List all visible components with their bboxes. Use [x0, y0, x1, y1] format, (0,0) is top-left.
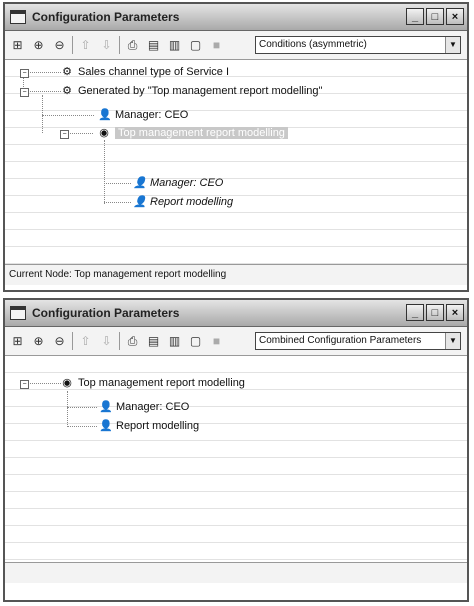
title-bar[interactable]: Configuration Parameters _ □ × — [5, 4, 467, 31]
book-icon[interactable]: ▥ — [166, 37, 183, 54]
parameter-icon: ⚙ — [62, 66, 72, 78]
tree-line — [27, 72, 61, 73]
toolbar-separator — [72, 332, 73, 350]
page-icon[interactable]: ▢ — [187, 333, 204, 350]
window-icon — [10, 306, 26, 320]
tree-node-label: Report modelling — [150, 196, 234, 208]
minimize-button[interactable]: _ — [406, 304, 424, 321]
toolbar: ⊞ ⊕ ⊖ ⇧ ⇩ ⎙ ▤ ▥ ▢ ■ Conditions (asymmetr… — [5, 31, 467, 60]
book-icon[interactable]: ▥ — [166, 333, 183, 350]
tree-view[interactable]: − − − ⚙ Sales channel type of Service I … — [5, 60, 467, 265]
tree-view[interactable]: − ◉ Top management report modelling 👤 Ma… — [5, 356, 467, 563]
globe-icon: ◉ — [62, 377, 72, 389]
window-title: Configuration Parameters — [32, 306, 180, 320]
tree-icon[interactable]: ⊞ — [9, 333, 26, 350]
print-icon[interactable]: ⎙ — [124, 333, 141, 350]
tree-line — [42, 95, 43, 133]
collapse-toggle[interactable]: − — [60, 130, 69, 139]
person-icon: 👤 — [99, 420, 113, 432]
tree-node-generated-by[interactable]: ⚙ Generated by "Top management report mo… — [61, 84, 322, 98]
person-icon: 👤 — [133, 196, 147, 208]
toolbar-separator — [119, 332, 120, 350]
title-bar[interactable]: Configuration Parameters _ □ × — [5, 300, 467, 327]
maximize-button[interactable]: □ — [426, 8, 444, 25]
window-icon — [10, 10, 26, 24]
view-select-value: Conditions (asymmetric) — [259, 39, 367, 50]
tree-node-sales-channel[interactable]: ⚙ Sales channel type of Service I — [61, 65, 229, 79]
tree-remove-icon[interactable]: ⊖ — [51, 37, 68, 54]
status-bar: Current Node: Top management report mode… — [5, 265, 467, 285]
tree-node-report-modelling[interactable]: 👤 Report modelling — [99, 419, 199, 433]
arrow-up-icon[interactable]: ⇧ — [77, 37, 94, 54]
window-title: Configuration Parameters — [32, 10, 180, 24]
tree-node-label: Manager: CEO — [115, 109, 189, 121]
tree-icon[interactable]: ⊞ — [9, 37, 26, 54]
stop-icon[interactable]: ■ — [208, 37, 225, 54]
tree-node-label: Generated by "Top management report mode… — [78, 85, 323, 97]
toolbar-separator — [72, 36, 73, 54]
tree-line — [42, 115, 94, 116]
person-icon: 👤 — [98, 109, 112, 121]
minimize-button[interactable]: _ — [406, 8, 424, 25]
stop-icon[interactable]: ■ — [208, 333, 225, 350]
status-bar — [5, 563, 467, 583]
person-icon: 👤 — [99, 401, 113, 413]
collapse-toggle[interactable]: − — [20, 88, 29, 97]
toolbar: ⊞ ⊕ ⊖ ⇧ ⇩ ⎙ ▤ ▥ ▢ ■ Combined Configurati… — [5, 327, 467, 356]
page-icon[interactable]: ▢ — [187, 37, 204, 54]
arrow-down-icon[interactable]: ⇩ — [98, 333, 115, 350]
tree-node-top-management[interactable]: ◉ Top management report modelling — [98, 126, 288, 140]
globe-icon: ◉ — [99, 127, 109, 139]
tree-line — [67, 407, 97, 408]
parameter-icon: ⚙ — [62, 85, 72, 97]
tree-line — [104, 202, 131, 203]
chevron-down-icon[interactable]: ▼ — [445, 37, 460, 53]
view-select[interactable]: Combined Configuration Parameters ▼ — [255, 332, 461, 350]
tree-node-label: Sales channel type of Service I — [78, 66, 230, 78]
toolbar-separator — [119, 36, 120, 54]
maximize-button[interactable]: □ — [426, 304, 444, 321]
tree-node-manager[interactable]: 👤 Manager: CEO — [99, 400, 189, 414]
collapse-toggle[interactable]: − — [20, 380, 29, 389]
print-preview-icon[interactable]: ▤ — [145, 37, 162, 54]
print-preview-icon[interactable]: ▤ — [145, 333, 162, 350]
tree-line — [67, 426, 97, 427]
tree-node-manager[interactable]: 👤 Manager: CEO — [98, 108, 188, 122]
tree-add-icon[interactable]: ⊕ — [30, 37, 47, 54]
tree-line — [27, 383, 61, 384]
tree-line — [67, 391, 68, 427]
tree-node-report-modelling[interactable]: 👤 Report modelling — [133, 195, 233, 209]
arrow-down-icon[interactable]: ⇩ — [98, 37, 115, 54]
config-window-conditions: Configuration Parameters _ □ × ⊞ ⊕ ⊖ ⇧ ⇩… — [3, 2, 469, 292]
tree-line — [104, 140, 105, 204]
print-icon[interactable]: ⎙ — [124, 37, 141, 54]
view-select[interactable]: Conditions (asymmetric) ▼ — [255, 36, 461, 54]
config-window-combined: Configuration Parameters _ □ × ⊞ ⊕ ⊖ ⇧ ⇩… — [3, 298, 469, 602]
collapse-toggle[interactable]: − — [20, 69, 29, 78]
tree-node-manager-child[interactable]: 👤 Manager: CEO — [133, 176, 223, 190]
tree-node-top-management[interactable]: ◉ Top management report modelling — [61, 376, 245, 390]
tree-node-label: Manager: CEO — [150, 177, 224, 189]
tree-node-label-selected: Top management report modelling — [115, 127, 288, 139]
tree-line — [104, 183, 131, 184]
tree-line — [27, 91, 61, 92]
person-icon: 👤 — [133, 177, 147, 189]
tree-node-label: Top management report modelling — [78, 377, 245, 389]
tree-node-label: Manager: CEO — [116, 401, 190, 413]
close-button[interactable]: × — [446, 304, 464, 321]
tree-remove-icon[interactable]: ⊖ — [51, 333, 68, 350]
tree-add-icon[interactable]: ⊕ — [30, 333, 47, 350]
tree-node-label: Report modelling — [116, 420, 200, 432]
arrow-up-icon[interactable]: ⇧ — [77, 333, 94, 350]
chevron-down-icon[interactable]: ▼ — [445, 333, 460, 349]
close-button[interactable]: × — [446, 8, 464, 25]
view-select-value: Combined Configuration Parameters — [259, 335, 422, 346]
